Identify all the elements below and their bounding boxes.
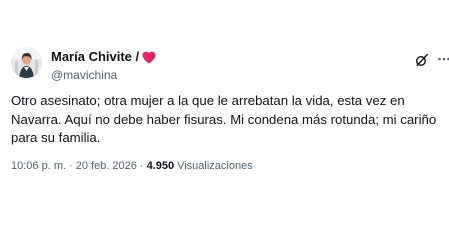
tweet-card: María Chivite / @mavichina Otro asesinat…	[0, 0, 449, 252]
views-label: Visualizaciones	[177, 160, 253, 172]
profile-photo-icon	[11, 47, 42, 78]
author-info: María Chivite / @mavichina	[51, 49, 311, 83]
red-heart-icon	[142, 51, 156, 64]
meta-separator: ·	[139, 160, 144, 172]
grok-slash-icon[interactable]	[415, 53, 429, 67]
tweet-header: María Chivite / @mavichina	[11, 47, 449, 87]
handle[interactable]: @mavichina	[51, 67, 311, 83]
tweet-time[interactable]: 10:06 p. m.	[11, 158, 66, 174]
tweet-text: Otro asesinato; otra mujer a la que le a…	[11, 93, 437, 145]
tweet-meta: 10:06 p. m. · 20 feb. 2026 · 4.950 Visua…	[11, 158, 431, 174]
tweet-date[interactable]: 20 feb. 2026	[76, 158, 137, 174]
views-count: 4.950	[146, 160, 175, 172]
more-options-icon[interactable]	[437, 52, 449, 66]
display-name-row: María Chivite /	[51, 49, 311, 65]
avatar[interactable]	[11, 47, 42, 78]
meta-separator: ·	[69, 160, 73, 172]
display-name[interactable]: María Chivite /	[51, 49, 139, 65]
